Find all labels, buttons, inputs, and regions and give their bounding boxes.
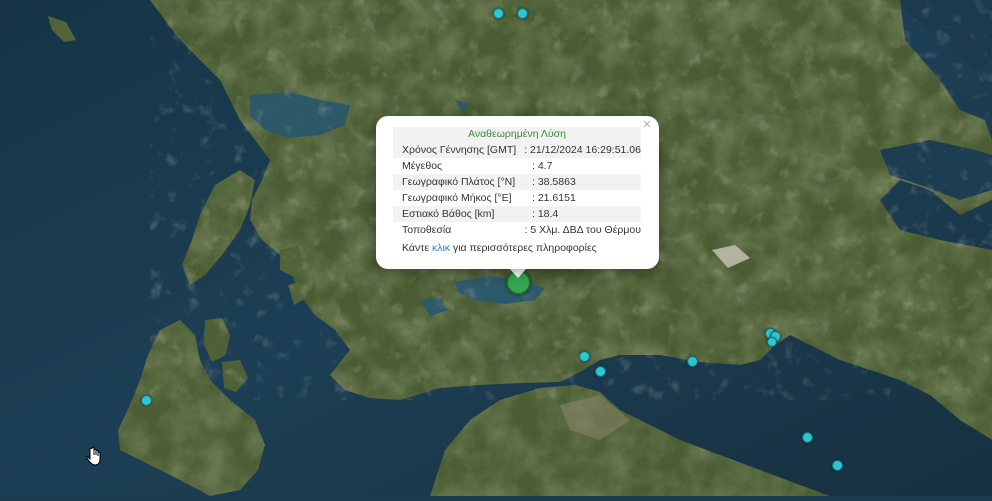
detail-row: Τοποθεσία : 5 Χλμ. ΔΒΔ του Θέρμου <box>393 222 641 238</box>
popup-title: Αναθεωρημένη Λύση <box>393 127 641 142</box>
detail-label: Γεωγραφικό Μήκος [°E] <box>402 192 512 204</box>
earthquake-marker[interactable] <box>832 460 843 471</box>
earthquake-marker[interactable] <box>595 366 606 377</box>
more-info-prefix: Κάντε <box>402 242 430 254</box>
more-info-text: Κάντε κλικ για περισσότερες πληροφορίες <box>402 242 597 254</box>
earthquake-marker[interactable] <box>802 432 813 443</box>
satellite-map[interactable]: × Αναθεωρημένη Λύση Χρόνος Γέννησης [GMT… <box>0 0 992 496</box>
detail-row: Μέγεθος : 4.7 <box>393 158 641 174</box>
earthquake-marker[interactable] <box>767 337 777 347</box>
detail-value: : 38.5863 <box>532 176 576 188</box>
detail-label: Χρόνος Γέννησης [GMT] <box>402 144 517 156</box>
detail-row: Γεωγραφικό Μήκος [°E] : 21.6151 <box>393 190 641 206</box>
detail-label: Τοποθεσία <box>402 224 452 236</box>
earthquake-marker[interactable] <box>579 351 590 362</box>
detail-row: Γεωγραφικό Πλάτος [°N] : 38.5863 <box>393 174 641 190</box>
detail-label: Μέγεθος <box>402 160 443 172</box>
detail-row: Χρόνος Γέννησης [GMT] : 21/12/2024 16:29:… <box>393 142 641 158</box>
hand-pointer-icon <box>86 446 101 466</box>
more-info-suffix: για περισσότερες πληροφορίες <box>452 242 597 254</box>
earthquake-marker[interactable] <box>687 356 698 367</box>
earthquake-marker[interactable] <box>517 8 528 19</box>
detail-value: : 21/12/2024 16:29:51.06 <box>524 144 641 156</box>
detail-label: Γεωγραφικό Πλάτος [°N] <box>402 176 516 188</box>
earthquake-marker[interactable] <box>141 395 152 406</box>
detail-value: : 5 Χλμ. ΔΒΔ του Θέρμου <box>524 224 641 236</box>
detail-value: : 21.6151 <box>532 192 576 204</box>
close-icon[interactable]: × <box>640 117 654 132</box>
detail-value: : 18.4 <box>532 208 559 220</box>
earthquake-info-popup: × Αναθεωρημένη Λύση Χρόνος Γέννησης [GMT… <box>376 116 659 269</box>
detail-value: : 4.7 <box>532 160 553 172</box>
more-info-link[interactable]: κλικ <box>432 242 450 254</box>
detail-label: Εστιακό Βάθος [km] <box>402 208 495 220</box>
popup-tip <box>509 268 527 278</box>
earthquake-marker[interactable] <box>493 8 504 19</box>
detail-row: Εστιακό Βάθος [km] : 18.4 <box>393 206 641 222</box>
earthquake-details-table: Αναθεωρημένη Λύση Χρόνος Γέννησης [GMT]:… <box>393 127 641 238</box>
